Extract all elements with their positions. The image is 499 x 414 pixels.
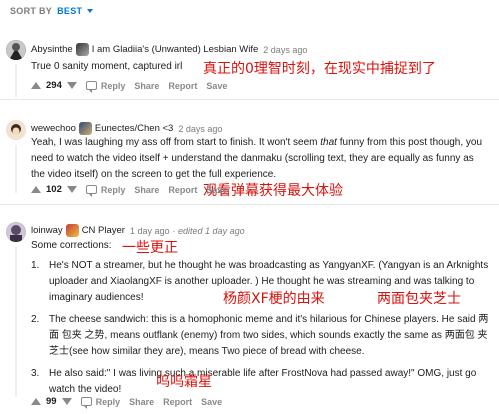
list-number: 2. xyxy=(31,314,40,325)
timestamp[interactable]: 1 day ago xyxy=(130,226,170,236)
report-button[interactable]: Report xyxy=(168,185,197,195)
timestamp[interactable]: 2 days ago xyxy=(263,45,307,55)
downvote-icon[interactable] xyxy=(66,186,77,193)
comment-icon xyxy=(85,185,97,197)
comment-actions: 99 Reply Share Report Save xyxy=(31,396,222,409)
divider xyxy=(0,99,499,100)
score: 294 xyxy=(46,80,62,91)
save-label: Save xyxy=(206,184,228,195)
upvote-icon[interactable] xyxy=(31,186,41,193)
share-label: Share xyxy=(129,396,155,407)
avatar-image xyxy=(6,222,26,242)
user-flair: I am Gladiia's (Unwanted) Lesbian Wife xyxy=(91,44,259,55)
comment-body: True 0 sanity moment, captured irl xyxy=(31,61,183,72)
comment-icon xyxy=(85,81,97,93)
list-item: 2. The cheese sandwich: this is a homopho… xyxy=(31,312,489,360)
save-label: Save xyxy=(201,396,223,407)
annotation: 呜呜霜星 xyxy=(156,374,212,390)
thread-line[interactable] xyxy=(15,145,17,193)
list-text: The cheese sandwich: this is a homophoni… xyxy=(49,314,489,357)
username[interactable]: wewechoo xyxy=(31,123,76,134)
list-item: 3. He also said:" I was living such a mis… xyxy=(31,366,489,398)
sort-dropdown[interactable]: SORT BY BEST xyxy=(10,4,94,18)
reply-button[interactable]: Reply xyxy=(85,184,126,197)
downvote-icon[interactable] xyxy=(66,82,77,89)
report-label: Report xyxy=(163,396,193,407)
comment-intro: Some corrections: xyxy=(31,240,112,251)
chevron-down-icon[interactable] xyxy=(87,9,94,13)
user-flair: Eunectes/Chen <3 xyxy=(94,123,174,134)
report-label: Report xyxy=(168,80,198,91)
sort-value[interactable]: BEST xyxy=(57,6,82,16)
upvote-icon[interactable] xyxy=(31,398,41,405)
reply-button[interactable]: Reply xyxy=(85,80,126,93)
comment-meta: loinway CN Player 1 day ago · edited 1 d… xyxy=(31,224,245,237)
reply-button[interactable]: Reply xyxy=(80,396,121,409)
annotation: 一些更正 xyxy=(122,240,178,256)
downvote-icon[interactable] xyxy=(61,398,72,405)
avatar[interactable] xyxy=(6,120,26,140)
annotation: 两面包夹芝士 xyxy=(377,291,461,307)
share-label: Share xyxy=(134,80,160,91)
sort-label: SORT BY xyxy=(10,6,53,16)
score: 102 xyxy=(46,184,62,195)
report-label: Report xyxy=(168,184,198,195)
username[interactable]: Abysinthe xyxy=(31,44,73,55)
comment-meta: wewechoo Eunectes/Chen <3 2 days ago xyxy=(31,122,222,135)
comment-actions: 294 Reply Share Report Save xyxy=(31,80,227,93)
flair-image xyxy=(65,224,79,237)
share-label: Share xyxy=(134,184,160,195)
edited-label: · edited 1 day ago xyxy=(172,225,245,236)
avatar[interactable] xyxy=(6,40,26,60)
save-button[interactable]: Save xyxy=(206,81,227,91)
comment-meta: Abysinthe I am Gladiia's (Unwanted) Lesb… xyxy=(31,43,307,56)
list-text: He also said:" I was living such a miser… xyxy=(49,368,477,395)
list-number: 3. xyxy=(31,368,40,379)
timestamp[interactable]: 2 days ago xyxy=(178,124,222,134)
body-text: Yeah, I was laughing my ass off from sta… xyxy=(31,137,321,148)
report-button[interactable]: Report xyxy=(163,397,192,407)
share-button[interactable]: Share xyxy=(134,185,159,195)
share-button[interactable]: Share xyxy=(134,81,159,91)
save-label: Save xyxy=(206,80,228,91)
save-button[interactable]: Save xyxy=(206,185,227,195)
reply-label: Reply xyxy=(100,80,126,91)
comment-icon xyxy=(80,397,92,409)
score: 99 xyxy=(46,396,57,407)
flair-image xyxy=(75,43,89,56)
reply-label: Reply xyxy=(100,184,126,195)
thread-line[interactable] xyxy=(15,247,17,397)
comment-actions: 102 Reply Share Report Save xyxy=(31,184,227,197)
avatar-image xyxy=(6,40,26,60)
divider xyxy=(0,204,499,205)
body-emphasis: that xyxy=(320,137,337,148)
reply-label: Reply xyxy=(95,396,121,407)
annotation: 真正的0理智时刻，在现实中捕捉到了 xyxy=(203,61,436,77)
avatar-image xyxy=(6,120,26,140)
thread-line[interactable] xyxy=(15,64,17,97)
share-button[interactable]: Share xyxy=(129,397,154,407)
avatar[interactable] xyxy=(6,222,26,242)
comment-body: Yeah, I was laughing my ass off from sta… xyxy=(31,135,486,183)
report-button[interactable]: Report xyxy=(168,81,197,91)
annotation: 杨颜XF梗的由来 xyxy=(223,291,325,307)
list-number: 1. xyxy=(31,260,40,271)
flair-image xyxy=(78,122,92,135)
corrections-list: 1. He's NOT a streamer, but he thought he… xyxy=(31,258,489,398)
user-flair: CN Player xyxy=(81,225,125,236)
upvote-icon[interactable] xyxy=(31,82,41,89)
username[interactable]: loinway xyxy=(31,225,63,236)
save-button[interactable]: Save xyxy=(201,397,222,407)
